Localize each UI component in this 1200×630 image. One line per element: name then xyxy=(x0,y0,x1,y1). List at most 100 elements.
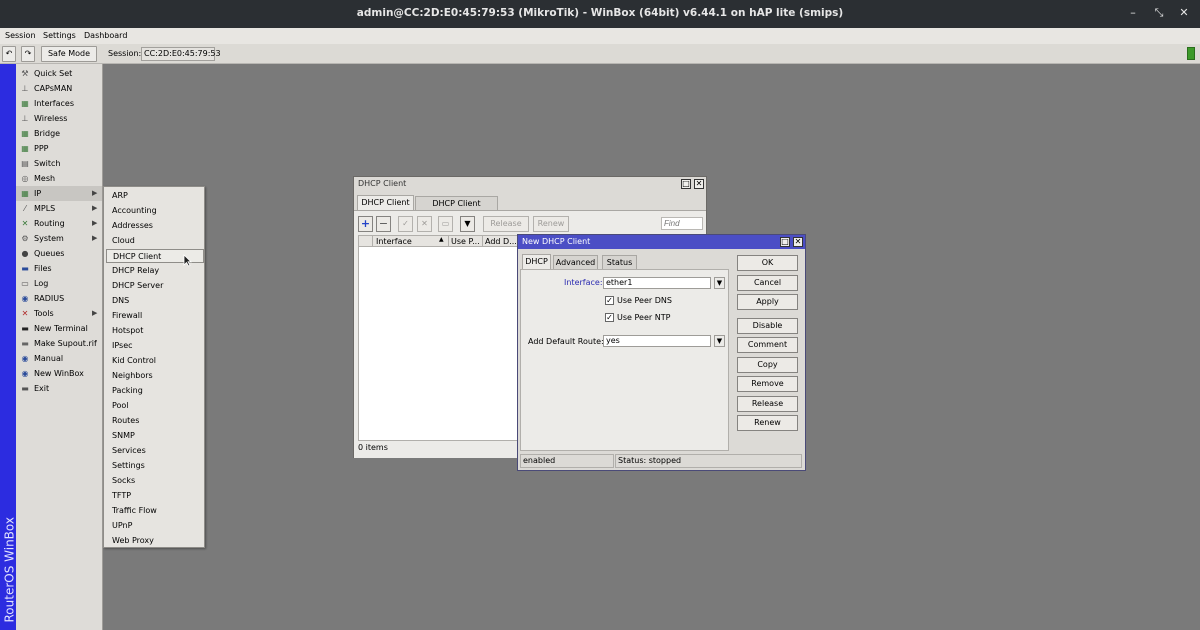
submenu-item-neighbors[interactable]: Neighbors xyxy=(106,369,204,383)
maximize-icon[interactable]: □ xyxy=(681,179,691,189)
sidebar-item-tools[interactable]: ✕ Tools ▶ xyxy=(16,306,102,321)
interface-dropdown-icon[interactable]: ▼ xyxy=(714,277,725,289)
submenu-item-ipsec[interactable]: IPsec xyxy=(106,339,204,353)
mesh-icon: ◎ xyxy=(21,174,29,183)
submenu-item-dns[interactable]: DNS xyxy=(106,294,204,308)
close-icon[interactable]: ✕ xyxy=(793,237,803,247)
terminal-icon: ▬ xyxy=(21,324,29,333)
submenu-item-accounting[interactable]: Accounting xyxy=(106,204,204,218)
submenu-item-arp[interactable]: ARP xyxy=(106,189,204,203)
sidebar-item-switch[interactable]: ▤ Switch xyxy=(16,156,102,171)
dhcp-client-window-title[interactable]: DHCP Client xyxy=(354,177,706,191)
close-icon[interactable]: ✕ xyxy=(694,179,704,189)
sidebar-item-ppp[interactable]: ▦ PPP xyxy=(16,141,102,156)
sidebar-item-queues[interactable]: ● Queues xyxy=(16,246,102,261)
restore-icon[interactable]: ⤡ xyxy=(1152,6,1166,20)
tab-dhcp-client[interactable]: DHCP Client xyxy=(357,195,414,210)
sidebar-item-wireless[interactable]: ⊥ Wireless xyxy=(16,111,102,126)
sidebar-item-quick-set[interactable]: ⚒ Quick Set xyxy=(16,66,102,81)
submenu-item-routes[interactable]: Routes xyxy=(106,414,204,428)
submenu-item-hotspot[interactable]: Hotspot xyxy=(106,324,204,338)
sidebar-item-routing[interactable]: ✕ Routing ▶ xyxy=(16,216,102,231)
submenu-item-kid-control[interactable]: Kid Control xyxy=(106,354,204,368)
add-default-route-dropdown-icon[interactable]: ▼ xyxy=(714,335,725,347)
renew-button[interactable]: Renew xyxy=(737,415,798,431)
copy-button[interactable]: Copy xyxy=(737,357,798,373)
disable-icon[interactable]: ✕ xyxy=(417,216,432,232)
column-interface[interactable]: Interface xyxy=(376,237,412,246)
safe-mode-button[interactable]: Safe Mode xyxy=(41,46,97,62)
sidebar: ⚒ Quick Set ⊥ CAPsMAN ▦ Interfaces ⊥ Wireles… xyxy=(16,64,103,630)
sidebar-item-label: System xyxy=(34,234,64,243)
tab-dhcp-client-options[interactable]: DHCP Client Options xyxy=(415,196,498,222)
submenu-item-pool[interactable]: Pool xyxy=(106,399,204,413)
tab-dhcp[interactable]: DHCP xyxy=(522,254,551,269)
use-peer-ntp-checkbox[interactable]: ✓ xyxy=(605,313,614,322)
interface-select[interactable]: ether1 xyxy=(603,277,711,289)
undo-icon[interactable]: ↶ xyxy=(2,46,16,62)
minimize-icon[interactable]: – xyxy=(1126,6,1140,20)
submenu-item-firewall[interactable]: Firewall xyxy=(106,309,204,323)
submenu-item-traffic-flow[interactable]: Traffic Flow xyxy=(106,504,204,518)
new-dhcp-client-title[interactable]: New DHCP Client xyxy=(518,235,805,249)
sidebar-item-label: Bridge xyxy=(34,129,61,138)
sidebar-item-ip[interactable]: ▦ IP ▶ xyxy=(16,186,102,201)
comment-icon[interactable]: ▭ xyxy=(438,216,453,232)
sidebar-item-radius[interactable]: ◉ RADIUS xyxy=(16,291,102,306)
sidebar-item-bridge[interactable]: ▦ Bridge xyxy=(16,126,102,141)
submenu-item-upnp[interactable]: UPnP xyxy=(106,519,204,533)
release-button[interactable]: Release xyxy=(737,396,798,412)
use-peer-dns-checkbox[interactable]: ✓ xyxy=(605,296,614,305)
submenu-item-addresses[interactable]: Addresses xyxy=(106,219,204,233)
submenu-item-settings[interactable]: Settings xyxy=(106,459,204,473)
sidebar-item-mesh[interactable]: ◎ Mesh xyxy=(16,171,102,186)
add-default-route-select[interactable]: yes xyxy=(603,335,711,347)
renew-button[interactable]: Renew xyxy=(533,216,569,232)
submenu-item-packing[interactable]: Packing xyxy=(106,384,204,398)
sidebar-item-manual[interactable]: ◉ Manual xyxy=(16,351,102,366)
maximize-icon[interactable]: □ xyxy=(780,237,790,247)
redo-icon[interactable]: ↷ xyxy=(21,46,35,62)
sidebar-item-interfaces[interactable]: ▦ Interfaces xyxy=(16,96,102,111)
sidebar-item-exit[interactable]: ▬ Exit xyxy=(16,381,102,396)
sidebar-item-mpls[interactable]: ⁄ MPLS ▶ xyxy=(16,201,102,216)
close-icon[interactable]: ✕ xyxy=(1177,6,1191,20)
remove-button[interactable]: Remove xyxy=(737,376,798,392)
submenu-item-socks[interactable]: Socks xyxy=(106,474,204,488)
enable-icon[interactable]: ✓ xyxy=(398,216,413,232)
menu-bar: Session Settings Dashboard xyxy=(0,28,1200,44)
release-button[interactable]: Release xyxy=(483,216,529,232)
filter-icon[interactable]: ▼ xyxy=(460,216,475,232)
add-icon[interactable]: + xyxy=(358,216,373,232)
submenu-item-tftp[interactable]: TFTP xyxy=(106,489,204,503)
session-field[interactable]: CC:2D:E0:45:79:53 xyxy=(141,47,221,61)
cancel-button[interactable]: Cancel xyxy=(737,275,798,291)
remove-icon[interactable]: − xyxy=(376,216,391,232)
submenu-item-services[interactable]: Services xyxy=(106,444,204,458)
column-add-default[interactable]: Add D... xyxy=(482,236,517,247)
find-input[interactable] xyxy=(661,217,703,230)
disable-button[interactable]: Disable xyxy=(737,318,798,334)
sidebar-item-new-winbox[interactable]: ◉ New WinBox xyxy=(16,366,102,381)
apply-button[interactable]: Apply xyxy=(737,294,798,310)
sidebar-item-new-terminal[interactable]: ▬ New Terminal xyxy=(16,321,102,336)
tab-advanced[interactable]: Advanced xyxy=(553,255,598,270)
column-use-peer[interactable]: Use P... xyxy=(448,236,480,247)
menu-session[interactable]: Session xyxy=(5,31,36,40)
submenu-item-snmp[interactable]: SNMP xyxy=(106,429,204,443)
submenu-item-dhcp-server[interactable]: DHCP Server xyxy=(106,279,204,293)
sidebar-item-system[interactable]: ⚙ System ▶ xyxy=(16,231,102,246)
mpls-icon: ⁄ xyxy=(24,204,26,213)
sidebar-item-capsman[interactable]: ⊥ CAPsMAN xyxy=(16,81,102,96)
tab-status[interactable]: Status xyxy=(602,255,637,270)
sidebar-item-files[interactable]: ▬ Files xyxy=(16,261,102,276)
ok-button[interactable]: OK xyxy=(737,255,798,271)
menu-dashboard[interactable]: Dashboard xyxy=(84,31,127,40)
menu-settings[interactable]: Settings xyxy=(43,31,76,40)
submenu-item-web-proxy[interactable]: Web Proxy xyxy=(106,534,204,548)
submenu-item-cloud[interactable]: Cloud xyxy=(106,234,204,248)
sidebar-item-make-supout[interactable]: ▬ Make Supout.rif xyxy=(16,336,102,351)
sidebar-item-log[interactable]: ▭ Log xyxy=(16,276,102,291)
comment-button[interactable]: Comment xyxy=(737,337,798,353)
use-peer-ntp-label: Use Peer NTP xyxy=(617,313,671,322)
